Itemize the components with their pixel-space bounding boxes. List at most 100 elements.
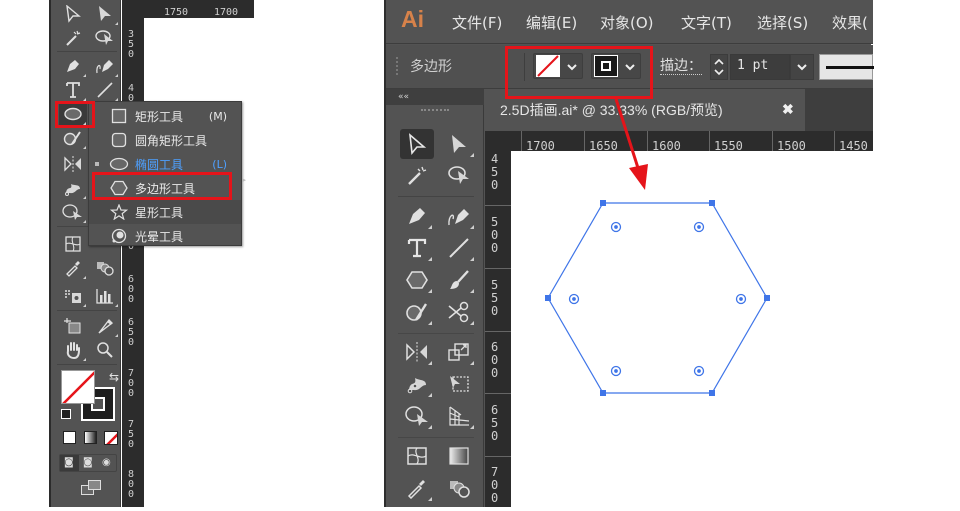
tearoff-arrow-icon[interactable]: ▸ (242, 176, 246, 184)
collapse-panel-button[interactable]: «« (386, 89, 484, 105)
puppet-warp-icon[interactable] (400, 369, 434, 399)
panel-grip[interactable] (396, 57, 398, 75)
line-segment-icon[interactable] (91, 78, 119, 102)
polygon-tool-icon[interactable] (400, 265, 434, 295)
mesh-icon[interactable] (59, 232, 87, 256)
vertical-ruler: 450 500 550 600 650 700 (485, 131, 511, 507)
direct-selection-icon[interactable] (442, 129, 476, 159)
lasso-icon[interactable] (91, 26, 119, 50)
shape-builder-icon[interactable] (59, 200, 87, 224)
pen-icon[interactable] (59, 54, 87, 78)
slice-icon[interactable] (91, 314, 119, 338)
menu-select[interactable]: 选择(S) (757, 12, 808, 33)
anchor-point (600, 390, 606, 396)
paintbrush-icon[interactable] (442, 265, 476, 295)
anchor-point (600, 200, 606, 206)
close-tab-icon[interactable]: ✖ (782, 101, 794, 118)
curvature-pen-icon[interactable] (91, 54, 119, 78)
hand-icon[interactable] (59, 338, 87, 362)
horizontal-ruler: 1700 1650 1600 1550 1500 1450 (485, 131, 873, 152)
line-segment-icon[interactable] (442, 233, 476, 263)
flyout-item-label: 椭圆工具 (135, 157, 184, 172)
selection-type-label: 多边形 (410, 59, 452, 75)
swap-fill-stroke-icon[interactable]: ⇆ (109, 370, 119, 384)
artboard-icon[interactable] (59, 314, 87, 338)
ruler-label: 350 (127, 29, 135, 60)
artboard[interactable] (511, 151, 873, 507)
perspective-grid-icon[interactable] (442, 401, 476, 431)
flyout-item-rectangle[interactable]: 矩形工具 (M) (89, 104, 241, 128)
ruler-label: 550 (491, 278, 499, 318)
reflect-icon[interactable] (59, 152, 87, 176)
selection-icon[interactable] (400, 129, 434, 159)
stroke-label[interactable]: 描边： (660, 58, 702, 75)
flyout-item-flare[interactable]: 光晕工具 (89, 224, 241, 248)
stroke-weight-input[interactable]: 1 pt (730, 54, 790, 80)
menu-effect[interactable]: 效果( (832, 12, 868, 33)
ruler-label: 700 (127, 368, 135, 399)
type-icon[interactable] (400, 233, 434, 263)
flyout-item-label: 圆角矩形工具 (135, 133, 208, 148)
ruler-label: 650 (127, 317, 135, 348)
panel-grip[interactable] (421, 109, 449, 111)
type-icon[interactable] (59, 78, 87, 102)
curvature-pen-icon[interactable] (442, 201, 476, 231)
group-selection-icon[interactable] (91, 2, 119, 26)
star-icon (109, 204, 129, 220)
draw-normal-icon[interactable]: ◙ (64, 457, 74, 468)
menu-object[interactable]: 对象(O) (600, 12, 654, 33)
free-transform-icon[interactable] (442, 369, 476, 399)
pen-icon[interactable] (400, 201, 434, 231)
ruler-label: 700 (491, 465, 499, 505)
ruler-label: 1700 (214, 7, 239, 18)
flyout-item-star[interactable]: 星形工具 (89, 200, 241, 224)
stroke-style-preview[interactable] (819, 54, 874, 80)
default-colors-icon[interactable] (61, 409, 71, 419)
magic-wand-icon[interactable] (59, 26, 87, 50)
lasso-icon[interactable] (442, 161, 476, 191)
blend-icon[interactable] (442, 473, 476, 503)
stroke-weight-dropdown[interactable] (790, 54, 814, 80)
menu-file[interactable]: 文件(F) (452, 12, 502, 33)
shaper-icon[interactable] (400, 297, 434, 327)
flyout-item-label: 星形工具 (135, 205, 184, 220)
anchor-point (545, 295, 551, 301)
ruler-label: 750 (127, 419, 135, 450)
eyedropper-icon[interactable] (400, 473, 434, 503)
screen-mode-icon[interactable] (81, 480, 103, 496)
color-mode-icon[interactable] (63, 431, 76, 444)
blend-icon[interactable] (91, 256, 119, 280)
eyedropper-icon[interactable] (59, 256, 87, 280)
corner-widgets (568, 221, 747, 377)
mesh-icon[interactable] (400, 441, 434, 471)
draw-inside-icon[interactable]: ◉ (102, 457, 111, 468)
current-tool-marker (95, 162, 99, 166)
gradient-icon[interactable] (442, 441, 476, 471)
magic-wand-icon[interactable] (400, 161, 434, 191)
app-logo: Ai (401, 6, 424, 32)
scale-icon[interactable] (442, 337, 476, 367)
shaper-icon[interactable] (59, 126, 87, 150)
stroke-weight-stepper[interactable] (710, 54, 728, 80)
puppet-warp-icon[interactable] (59, 176, 87, 200)
direct-selection-icon[interactable] (59, 2, 87, 26)
fill-swatch-none[interactable] (61, 370, 95, 404)
gradient-mode-icon[interactable] (84, 431, 97, 444)
none-mode-icon[interactable] (104, 431, 118, 445)
flyout-item-rounded-rectangle[interactable]: 圆角矩形工具 (89, 128, 241, 152)
polygon-tool-highlight (92, 172, 232, 200)
column-graph-icon[interactable] (91, 284, 119, 308)
scissors-icon[interactable] (442, 297, 476, 327)
symbol-sprayer-icon[interactable] (59, 284, 87, 308)
menu-edit[interactable]: 编辑(E) (526, 12, 577, 33)
ruler-label: 1750 (164, 7, 189, 18)
artboard[interactable] (144, 18, 254, 507)
flyout-item-shortcut: (M) (208, 109, 227, 123)
menu-type[interactable]: 文字(T) (681, 12, 732, 33)
shape-builder-icon[interactable] (400, 401, 434, 431)
reflect-icon[interactable] (400, 337, 434, 367)
zoom-icon[interactable] (91, 338, 119, 362)
tools-panel (386, 105, 484, 507)
hexagon-shape[interactable] (511, 151, 873, 507)
draw-behind-icon[interactable]: ◙ (83, 457, 93, 468)
